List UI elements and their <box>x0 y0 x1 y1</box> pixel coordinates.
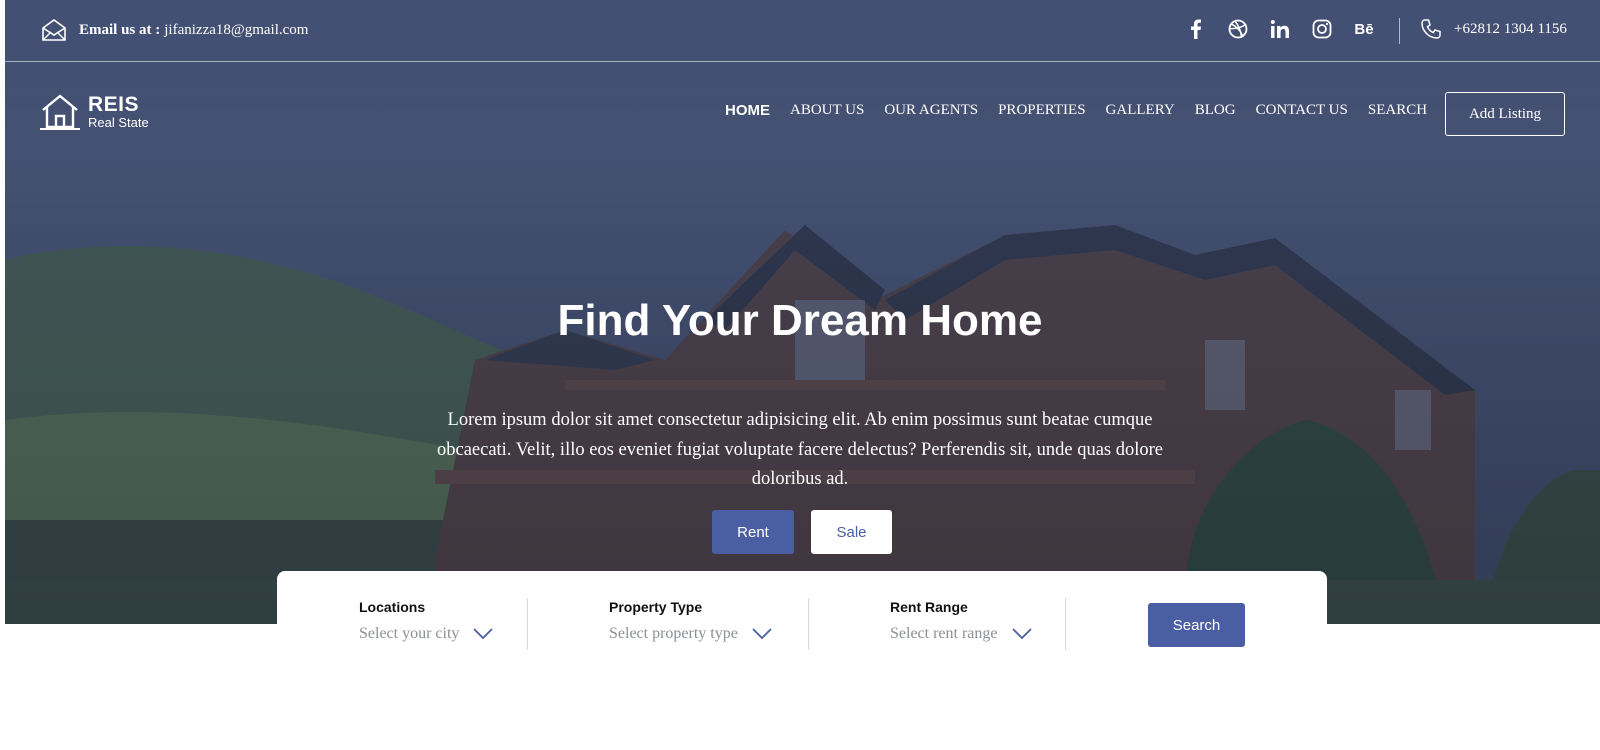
house-logo-icon <box>40 94 80 130</box>
field-divider <box>808 598 809 650</box>
phone-icon <box>1421 19 1441 39</box>
brand-name: REIS <box>88 93 140 116</box>
nav-item-properties[interactable]: PROPERTIES <box>998 102 1085 119</box>
property-type-value: Select property type <box>609 625 738 642</box>
top-bar: Email us at : jifanizza18@gmail.com Bē +… <box>5 0 1600 62</box>
location-field[interactable]: Locations Select your city <box>359 599 494 643</box>
nav-item-our-agents[interactable]: OUR AGENTS <box>884 102 978 119</box>
search-button[interactable]: Search <box>1148 603 1245 647</box>
envelope-icon <box>42 19 66 41</box>
phone-contact[interactable]: +62812 1304 1156 <box>1420 18 1567 40</box>
email-value: jifanizza18@gmail.com <box>164 21 309 38</box>
nav-item-contact-us[interactable]: CONTACT US <box>1256 102 1348 119</box>
main-nav: HOME ABOUT US OUR AGENTS PROPERTIES GALL… <box>725 102 1447 119</box>
nav-item-blog[interactable]: BLOG <box>1195 102 1236 119</box>
chevron-down-icon <box>1011 628 1032 640</box>
nav-item-gallery[interactable]: GALLERY <box>1106 102 1175 119</box>
brand-tagline: Real State <box>88 115 149 130</box>
instagram-icon[interactable] <box>1311 18 1333 40</box>
property-type-label: Property Type <box>609 599 703 615</box>
property-type-field[interactable]: Property Type Select property type <box>609 599 772 643</box>
location-label: Locations <box>359 599 426 615</box>
rent-range-value: Select rent range <box>890 625 998 642</box>
behance-icon[interactable]: Bē <box>1353 18 1375 40</box>
hero-title: Find Your Dream Home <box>557 296 1043 345</box>
nav-item-home[interactable]: HOME <box>725 102 770 119</box>
email-label: Email us at : <box>79 21 161 38</box>
add-listing-button[interactable]: Add Listing <box>1445 92 1565 136</box>
linkedin-icon[interactable] <box>1269 18 1291 40</box>
sale-button[interactable]: Sale <box>811 510 892 554</box>
nav-item-search[interactable]: SEARCH <box>1368 102 1427 119</box>
rent-range-field[interactable]: Rent Range Select rent range <box>890 599 1032 643</box>
rent-range-label: Rent Range <box>890 599 968 615</box>
dribbble-icon[interactable] <box>1227 18 1249 40</box>
brand-logo[interactable]: REIS Real State <box>40 94 149 130</box>
social-links: Bē <box>1185 18 1395 40</box>
topbar-divider <box>1399 18 1400 44</box>
property-type-select[interactable]: Select property type <box>609 625 772 643</box>
email-contact[interactable]: Email us at : jifanizza18@gmail.com <box>41 18 308 42</box>
hero-subtitle: Lorem ipsum dolor sit amet consectetur a… <box>436 410 1164 489</box>
phone-number: +62812 1304 1156 <box>1454 20 1567 37</box>
location-value: Select your city <box>359 625 460 642</box>
facebook-icon[interactable] <box>1185 18 1207 40</box>
search-panel: Locations Select your city Property Type… <box>277 571 1327 651</box>
field-divider <box>1065 598 1066 650</box>
field-divider <box>527 598 528 650</box>
rent-range-select[interactable]: Select rent range <box>890 625 1032 643</box>
chevron-down-icon <box>473 628 494 640</box>
location-select[interactable]: Select your city <box>359 625 494 643</box>
nav-item-about-us[interactable]: ABOUT US <box>790 102 864 119</box>
rent-button[interactable]: Rent <box>712 510 794 554</box>
chevron-down-icon <box>752 628 772 640</box>
